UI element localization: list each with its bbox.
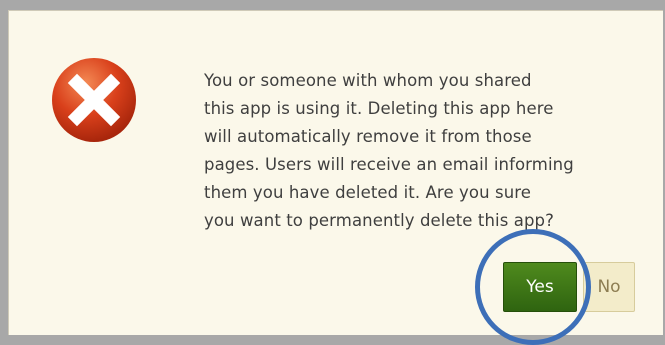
no-button[interactable]: No xyxy=(583,262,635,312)
yes-button[interactable]: Yes xyxy=(503,262,577,312)
message-line: this app is using it. Deleting this app … xyxy=(204,99,554,118)
message-line: pages. Users will receive an email infor… xyxy=(204,155,574,174)
error-x-icon xyxy=(52,58,136,142)
dialog-message: You or someone with whom you shared this… xyxy=(204,67,634,235)
message-line: will automatically remove it from those xyxy=(204,127,532,146)
message-line: them you have deleted it. Are you sure xyxy=(204,183,532,202)
message-line: you want to permanently delete this app? xyxy=(204,211,554,230)
confirm-delete-dialog: You or someone with whom you shared this… xyxy=(8,10,663,345)
message-line: You or someone with whom you shared xyxy=(204,71,532,90)
